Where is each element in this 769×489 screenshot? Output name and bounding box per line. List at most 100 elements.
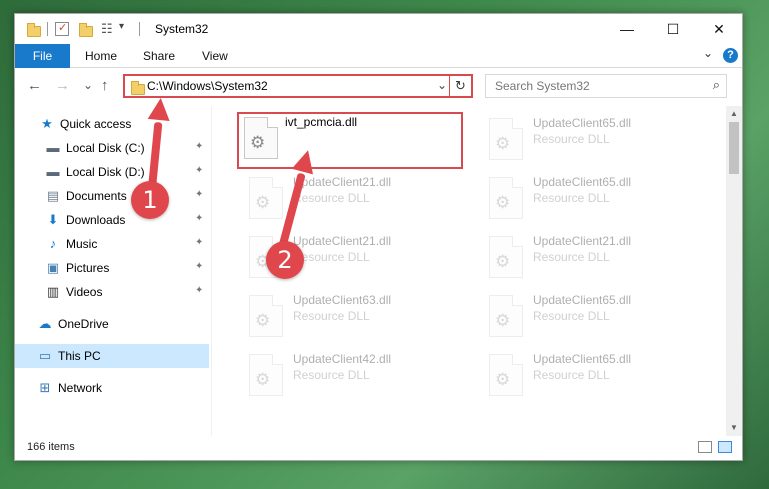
pin-icon[interactable]: ✦ — [195, 189, 203, 200]
tab-file[interactable]: File — [15, 44, 70, 68]
pane-divider — [211, 106, 212, 436]
help-icon[interactable]: ? — [723, 48, 738, 63]
file-name: UpdateClient21.dll — [533, 234, 632, 248]
file-type: Resource DLL — [533, 250, 610, 264]
up-button[interactable]: ↑ — [101, 77, 109, 94]
recent-locations-button[interactable]: ⌄ — [83, 78, 93, 92]
address-path[interactable]: C:\Windows\System32 — [147, 79, 268, 93]
close-button[interactable]: ✕ — [696, 14, 742, 44]
cloud-icon: ☁ — [38, 316, 52, 331]
file-item[interactable]: ⚙ UpdateClient65.dll Resource DLL — [477, 169, 711, 225]
file-type: Resource DLL — [293, 368, 370, 382]
customize-icon[interactable]: ☷ — [101, 21, 113, 37]
back-button[interactable]: ← — [27, 77, 42, 94]
file-item[interactable]: ⚙ UpdateClient21.dll Resource DLL — [477, 228, 711, 284]
file-item[interactable]: ⚙ ivt_pcmcia.dll — [237, 112, 463, 169]
file-item[interactable]: ⚙ UpdateClient42.dll Resource DLL — [237, 346, 471, 402]
file-name: UpdateClient63.dll — [293, 293, 392, 307]
file-name: UpdateClient65.dll — [533, 116, 632, 130]
pin-icon[interactable]: ✦ — [195, 285, 203, 296]
sidebar-item-label: Documents — [66, 189, 127, 203]
pin-icon[interactable]: ✦ — [195, 213, 203, 224]
step-badge-2: 2 — [266, 241, 304, 279]
sidebar-item[interactable]: ★ Quick access — [15, 112, 209, 136]
chevron-down-icon[interactable]: ⌄ — [437, 78, 447, 92]
sidebar-item[interactable]: ▭ This PC — [15, 344, 209, 368]
gear-icon: ⚙ — [495, 193, 511, 212]
search-input[interactable]: Search System32 — [495, 79, 590, 93]
network-icon: ⊞ — [39, 380, 51, 395]
drive-icon: ▬ — [46, 164, 60, 179]
address-bar[interactable]: C:\Windows\System32 ⌄ ↻ — [123, 74, 473, 98]
sidebar-item[interactable]: ▬ Local Disk (C:) ✦ — [15, 136, 209, 160]
file-item[interactable]: ⚙ UpdateClient65.dll Resource DLL — [477, 110, 711, 166]
file-item[interactable]: ⚙ UpdateClient65.dll Resource DLL — [477, 346, 711, 402]
videos-icon: ▥ — [46, 284, 60, 299]
file-name: UpdateClient42.dll — [293, 352, 392, 366]
large-icons-view-icon[interactable] — [718, 441, 732, 453]
refresh-button[interactable]: ↻ — [449, 76, 471, 96]
file-item[interactable]: ⚙ UpdateClient65.dll Resource DLL — [477, 287, 711, 343]
drive-icon: ▬ — [46, 140, 60, 155]
tab-view[interactable]: View — [202, 44, 228, 68]
dll-file-icon: ⚙ — [489, 177, 523, 219]
gear-icon: ⚙ — [250, 133, 266, 152]
file-type: Resource DLL — [293, 191, 370, 205]
divider — [47, 22, 48, 36]
gear-icon: ⚙ — [495, 134, 511, 153]
scroll-up-icon[interactable]: ▲ — [726, 106, 742, 122]
sidebar-item[interactable]: ⊞ Network — [15, 376, 209, 400]
file-item[interactable]: ⚙ UpdateClient21.dll Resource DLL — [237, 169, 471, 225]
vertical-scrollbar[interactable]: ▲ ▼ — [726, 106, 742, 436]
arrow-one-head — [147, 96, 172, 122]
dll-file-icon: ⚙ — [489, 354, 523, 396]
documents-icon: ▤ — [46, 188, 60, 203]
dll-file-icon: ⚙ — [244, 117, 278, 159]
expand-ribbon-icon[interactable]: ⌄ — [703, 46, 713, 60]
sidebar-item[interactable]: ▣ Pictures ✦ — [15, 256, 209, 280]
sidebar-item[interactable]: ▤ Documents ✦ — [15, 184, 209, 208]
file-type: Resource DLL — [533, 368, 610, 382]
sidebar-item-label: Local Disk (D:) — [66, 165, 145, 179]
search-icon[interactable]: ⌕ — [713, 77, 720, 93]
pin-icon[interactable]: ✦ — [195, 141, 203, 152]
gear-icon: ⚙ — [255, 370, 271, 389]
sidebar-item-label: This PC — [58, 349, 101, 363]
tab-share[interactable]: Share — [143, 44, 175, 68]
sidebar-item[interactable]: ▬ Local Disk (D:) ✦ — [15, 160, 209, 184]
sidebar-item[interactable]: ⬇ Downloads ✦ — [15, 208, 209, 232]
scroll-down-icon[interactable]: ▼ — [726, 420, 742, 436]
dll-file-icon: ⚙ — [249, 177, 283, 219]
pin-icon[interactable]: ✦ — [195, 237, 203, 248]
computer-icon: ▭ — [38, 348, 52, 363]
explorer-window: ✓ ☷ ▾ System32 — ☐ ✕ File Home Share Vie… — [14, 13, 743, 461]
pin-icon[interactable]: ✦ — [195, 261, 203, 272]
file-name: UpdateClient21.dll — [293, 234, 392, 248]
forward-button[interactable]: → — [55, 77, 70, 94]
sidebar-item[interactable]: ♪ Music ✦ — [15, 232, 209, 256]
maximize-button[interactable]: ☐ — [650, 14, 696, 44]
gear-icon: ⚙ — [255, 311, 271, 330]
properties-icon[interactable]: ✓ — [55, 22, 69, 36]
file-type: Resource DLL — [533, 132, 610, 146]
dll-file-icon: ⚙ — [489, 118, 523, 160]
dll-file-icon: ⚙ — [489, 236, 523, 278]
tab-home[interactable]: Home — [85, 44, 117, 68]
dll-file-icon: ⚙ — [249, 295, 283, 337]
file-type: Resource DLL — [533, 309, 610, 323]
sidebar-item[interactable]: ▥ Videos ✦ — [15, 280, 209, 304]
step-badge-1: 1 — [131, 181, 169, 219]
pin-icon[interactable]: ✦ — [195, 165, 203, 176]
dll-file-icon: ⚙ — [249, 354, 283, 396]
scroll-thumb[interactable] — [729, 122, 739, 174]
search-box[interactable]: Search System32 ⌕ — [485, 74, 727, 98]
sidebar-item[interactable]: ☁ OneDrive — [15, 312, 209, 336]
gear-icon: ⚙ — [495, 252, 511, 271]
details-view-icon[interactable] — [698, 441, 712, 453]
minimize-button[interactable]: — — [604, 14, 650, 44]
chevron-down-icon[interactable]: ▾ — [119, 21, 124, 37]
ribbon: File Home Share View ⌄ ? — [15, 44, 742, 68]
file-item[interactable]: ⚙ UpdateClient63.dll Resource DLL — [237, 287, 471, 343]
sidebar-item-label: Network — [58, 381, 103, 395]
star-icon: ★ — [41, 116, 53, 131]
